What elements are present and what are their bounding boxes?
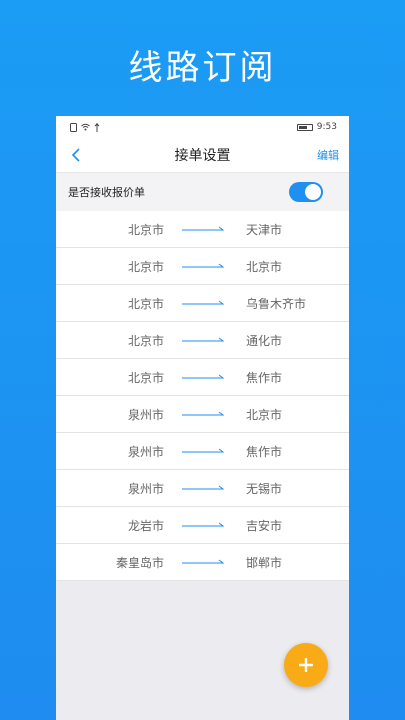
route-row[interactable]: 北京市 焦作市	[56, 359, 349, 396]
arrow-right-icon	[164, 226, 242, 232]
route-destination: 邯郸市	[246, 555, 283, 570]
route-origin: 北京市	[127, 222, 164, 237]
route-destination: 北京市	[246, 259, 283, 274]
route-row[interactable]: 泉州市 焦作市	[56, 433, 349, 470]
route-row[interactable]: 龙岩市 吉安市	[56, 507, 349, 544]
arrow-right-icon	[164, 411, 242, 417]
back-button[interactable]	[66, 145, 86, 165]
wifi-icon	[81, 123, 90, 131]
plus-icon	[299, 658, 313, 672]
route-origin: 龙岩市	[127, 518, 164, 533]
edit-button[interactable]: 编辑	[317, 147, 339, 163]
chevron-left-icon	[71, 148, 80, 162]
sim-icon	[70, 122, 77, 132]
route-row[interactable]: 秦皇岛市 邯郸市	[56, 544, 349, 581]
toggle-knob	[305, 184, 321, 200]
route-list: 北京市 天津市 北京市 北京市 北京市 乌鲁木齐市 北京市 通化市 北京市 焦作…	[56, 211, 349, 581]
route-destination: 焦作市	[246, 370, 283, 385]
route-row[interactable]: 泉州市 无锡市	[56, 470, 349, 507]
route-row[interactable]: 北京市 天津市	[56, 211, 349, 248]
route-destination: 乌鲁木齐市	[246, 296, 307, 311]
nav-bar: 接单设置 编辑	[56, 138, 349, 173]
route-destination: 吉安市	[246, 518, 283, 533]
status-bar: 9:53	[56, 116, 349, 138]
arrow-right-icon	[164, 337, 242, 343]
status-icons-left	[70, 122, 100, 132]
route-destination: 通化市	[246, 333, 283, 348]
status-icons-right: 9:53	[296, 122, 337, 132]
receive-quote-toggle[interactable]	[289, 182, 323, 202]
arrow-right-icon	[164, 448, 242, 454]
route-destination: 天津市	[246, 222, 283, 237]
arrow-right-icon	[164, 263, 242, 269]
route-destination: 北京市	[246, 407, 283, 422]
route-row[interactable]: 北京市 通化市	[56, 322, 349, 359]
route-origin: 泉州市	[127, 444, 164, 459]
arrow-right-icon	[164, 522, 242, 528]
route-row[interactable]: 北京市 乌鲁木齐市	[56, 285, 349, 322]
usb-icon	[94, 122, 100, 132]
arrow-right-icon	[164, 559, 242, 565]
page-title: 接单设置	[174, 148, 231, 164]
route-origin: 秦皇岛市	[115, 555, 164, 570]
arrow-right-icon	[164, 300, 242, 306]
add-route-button[interactable]	[284, 643, 328, 687]
status-time: 9:53	[316, 122, 337, 132]
arrow-right-icon	[164, 374, 242, 380]
route-origin: 北京市	[127, 259, 164, 274]
route-destination: 无锡市	[246, 481, 283, 496]
route-origin: 北京市	[127, 333, 164, 348]
route-row[interactable]: 北京市 北京市	[56, 248, 349, 285]
route-origin: 泉州市	[127, 481, 164, 496]
route-row[interactable]: 泉州市 北京市	[56, 396, 349, 433]
receive-quote-setting: 是否接收报价单	[56, 173, 349, 211]
route-origin: 泉州市	[127, 407, 164, 422]
battery-icon	[296, 123, 313, 131]
route-destination: 焦作市	[246, 444, 283, 459]
receive-quote-label: 是否接收报价单	[68, 186, 145, 199]
route-origin: 北京市	[127, 296, 164, 311]
hero-title: 线路订阅	[128, 48, 277, 88]
phone-screen: 9:53 接单设置 编辑 是否接收报价单 北京市 天津市 北京市 北京市 北京市…	[56, 116, 349, 720]
arrow-right-icon	[164, 485, 242, 491]
route-origin: 北京市	[127, 370, 164, 385]
